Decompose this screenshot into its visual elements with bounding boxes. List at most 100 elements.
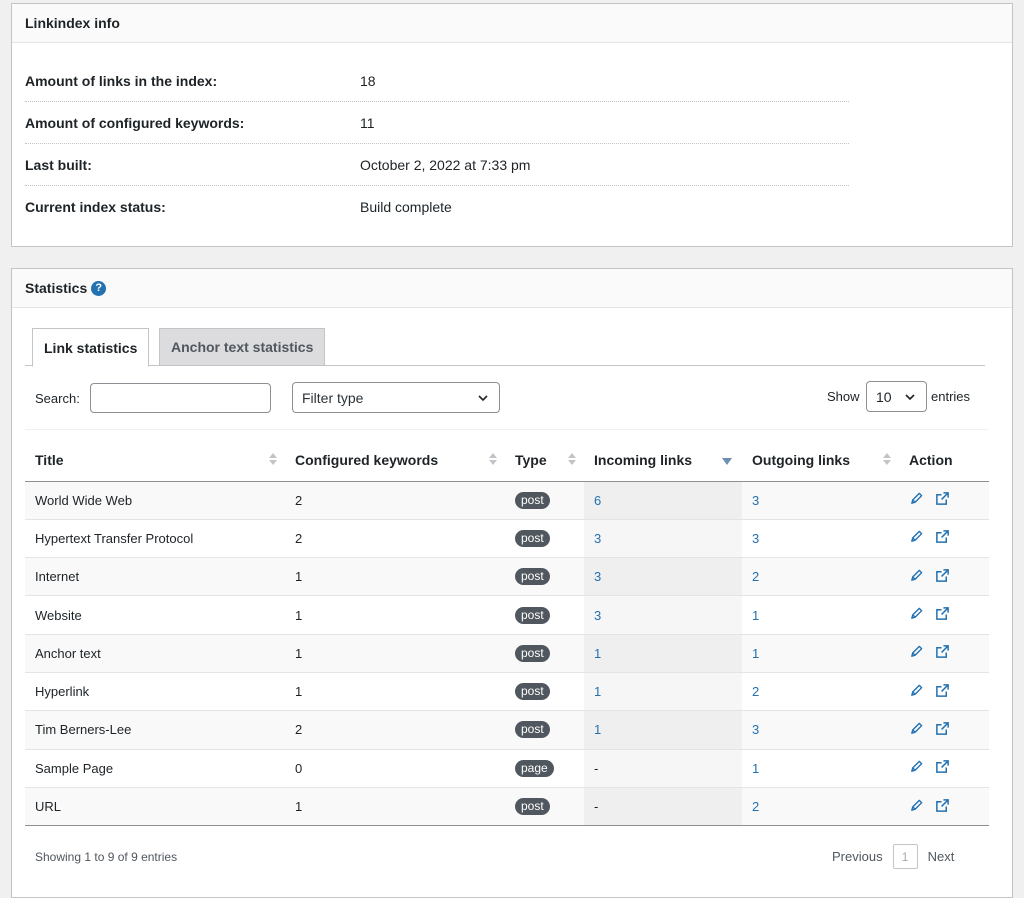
outgoing-links-link[interactable]: 2	[752, 684, 759, 699]
outgoing-links-link[interactable]: 3	[752, 493, 759, 508]
column-header-label: Title	[35, 451, 64, 468]
sort-icon	[568, 453, 576, 465]
incoming-links-link[interactable]: 1	[594, 722, 601, 737]
cell-keywords: 2	[285, 518, 505, 558]
table-row: Anchor text 1 post 1 1	[25, 633, 989, 673]
table-row: Internet 1 post 3 2	[25, 557, 989, 596]
edit-pencil-icon[interactable]	[909, 721, 924, 739]
outgoing-links-link[interactable]: 3	[752, 531, 759, 546]
cell-incoming: 1	[584, 633, 742, 673]
cell-title: World Wide Web	[25, 481, 285, 520]
column-header-label: Outgoing links	[752, 451, 850, 468]
edit-pencil-icon[interactable]	[909, 568, 924, 586]
external-link-icon[interactable]	[935, 568, 950, 586]
edit-pencil-icon[interactable]	[909, 759, 924, 777]
cell-action	[899, 633, 989, 673]
outgoing-links-link[interactable]: 3	[752, 722, 759, 737]
column-header-keywords[interactable]: Configured keywords	[285, 439, 505, 482]
cell-outgoing: 2	[742, 786, 899, 827]
info-value: 18	[360, 72, 376, 89]
incoming-links-link[interactable]: 1	[594, 646, 601, 661]
external-link-icon[interactable]	[935, 491, 950, 509]
previous-button[interactable]: Previous	[832, 849, 883, 864]
statistics-header: Statistics ?	[12, 269, 1012, 308]
external-link-icon[interactable]	[935, 606, 950, 624]
table-row: Tim Berners-Lee 2 post 1 3	[25, 710, 989, 750]
cell-action	[899, 786, 989, 827]
cell-keywords: 1	[285, 557, 505, 596]
cell-incoming: -	[584, 748, 742, 788]
info-label: Current index status:	[25, 199, 166, 215]
cell-incoming: 6	[584, 481, 742, 520]
table-row: Hyperlink 1 post 1 2	[25, 671, 989, 711]
cell-title: Anchor text	[25, 633, 285, 673]
edit-pencil-icon[interactable]	[909, 798, 924, 816]
divider	[25, 429, 988, 430]
external-link-icon[interactable]	[935, 529, 950, 547]
info-row-keywords: Amount of configured keywords: 11	[25, 102, 849, 144]
edit-pencil-icon[interactable]	[909, 683, 924, 701]
external-link-icon[interactable]	[935, 644, 950, 662]
cell-action	[899, 557, 989, 596]
info-row-status: Current index status: Build complete	[25, 186, 849, 228]
column-header-type[interactable]: Type	[505, 439, 584, 482]
info-row-last-built: Last built: October 2, 2022 at 7:33 pm	[25, 144, 849, 186]
cell-outgoing: 3	[742, 710, 899, 750]
external-link-icon[interactable]	[935, 683, 950, 701]
outgoing-links-link[interactable]: 1	[752, 608, 759, 623]
table-body: World Wide Web 2 post 6 3 Hypertext Transfer …	[25, 481, 989, 827]
edit-pencil-icon[interactable]	[909, 491, 924, 509]
column-header-label: Incoming links	[594, 451, 693, 468]
tab-link-statistics[interactable]: Link statistics	[32, 328, 150, 367]
filter-type-select[interactable]: Filter type	[292, 382, 500, 413]
column-header-title[interactable]: Title	[25, 439, 285, 482]
sort-desc-icon	[722, 458, 732, 465]
cell-keywords: 0	[285, 748, 505, 788]
cell-action	[899, 748, 989, 788]
cell-outgoing: 2	[742, 671, 899, 711]
info-value: Build complete	[360, 199, 452, 215]
sort-icon	[883, 453, 891, 465]
type-badge: post	[515, 529, 550, 547]
cell-incoming: -	[584, 786, 742, 827]
cell-outgoing: 2	[742, 557, 899, 596]
tab-bar: Link statistics Anchor text statistics	[25, 328, 985, 367]
column-header-outgoing[interactable]: Outgoing links	[742, 439, 899, 482]
help-icon[interactable]: ?	[91, 280, 107, 296]
table-row: Sample Page 0 page - 1	[25, 748, 989, 788]
info-row-links: Amount of links in the index: 18	[25, 60, 849, 102]
type-badge: post	[515, 606, 550, 624]
cell-title: Hypertext Transfer Protocol	[25, 518, 285, 558]
cell-title: Internet	[25, 557, 285, 596]
next-button[interactable]: Next	[928, 849, 955, 864]
edit-pencil-icon[interactable]	[909, 606, 924, 624]
incoming-links-link[interactable]: 1	[594, 684, 601, 699]
search-input[interactable]	[90, 383, 271, 413]
outgoing-links-link[interactable]: 2	[752, 799, 759, 814]
incoming-links-link[interactable]: 3	[594, 531, 601, 546]
external-link-icon[interactable]	[935, 721, 950, 739]
info-label: Last built:	[25, 156, 92, 173]
edit-pencil-icon[interactable]	[909, 529, 924, 547]
statistics-panel: Statistics ? Link statistics Anchor text…	[11, 268, 1013, 898]
outgoing-links-link[interactable]: 1	[752, 646, 759, 661]
cell-type: page	[505, 748, 584, 788]
external-link-icon[interactable]	[935, 798, 950, 816]
info-table: Amount of links in the index: 18 Amount …	[25, 60, 849, 228]
show-label: Show	[827, 389, 860, 404]
outgoing-links-link[interactable]: 1	[752, 761, 759, 776]
outgoing-links-link[interactable]: 2	[752, 569, 759, 584]
page-number-button[interactable]: 1	[892, 844, 918, 869]
tab-anchor-text-statistics[interactable]: Anchor text statistics	[159, 328, 326, 366]
incoming-links-link[interactable]: 6	[594, 493, 601, 508]
entries-per-page-select[interactable]: 10	[866, 381, 927, 412]
incoming-links-link[interactable]: 3	[594, 608, 601, 623]
external-link-icon[interactable]	[935, 759, 950, 777]
cell-title: Tim Berners-Lee	[25, 710, 285, 750]
column-header-incoming[interactable]: Incoming links	[584, 439, 742, 482]
cell-keywords: 1	[285, 633, 505, 673]
table-row: Website 1 post 3 1	[25, 595, 989, 635]
edit-pencil-icon[interactable]	[909, 644, 924, 662]
table-row: URL 1 post - 2	[25, 786, 989, 827]
incoming-links-link[interactable]: 3	[594, 569, 601, 584]
